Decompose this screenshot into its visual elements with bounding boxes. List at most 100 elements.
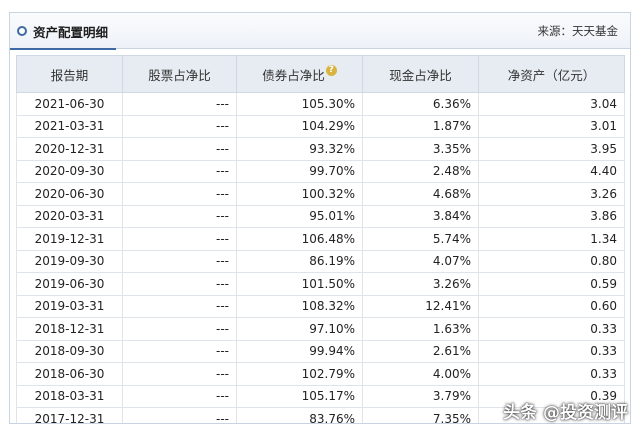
cell-cash-ratio: 3.84% (362, 204, 479, 228)
cell-stock-ratio: --- (122, 294, 237, 318)
cell-report-period: 2019-03-31 (16, 294, 123, 318)
cell-report-period: 2020-06-30 (16, 182, 123, 206)
allocation-table-wrapper: 报告期 股票占净比 债券占净比? 现金占净比 净资产（亿元） 2021-06-3… (16, 55, 625, 423)
cell-stock-ratio: --- (122, 339, 237, 363)
table-row: 2019-03-31 --- 108.32% 12.41% 0.60 (16, 294, 625, 318)
cell-stock-ratio: --- (122, 362, 237, 386)
cell-stock-ratio: --- (122, 272, 237, 296)
cell-bond-ratio: 97.10% (236, 317, 363, 341)
cell-net-assets: 0.60 (478, 294, 625, 318)
cell-net-assets: 4.40 (478, 159, 625, 183)
table-row: 2018-12-31 --- 97.10% 1.63% 0.33 (16, 317, 625, 341)
cell-stock-ratio: --- (122, 227, 237, 251)
table-row: 2020-09-30 --- 99.70% 2.48% 4.40 (16, 159, 625, 183)
table-body: 2021-06-30 --- 105.30% 6.36% 3.04 2021-03-31-… (16, 92, 625, 423)
cell-cash-ratio: 3.26% (362, 272, 479, 296)
cell-bond-ratio: 93.32% (236, 137, 363, 161)
data-source-label: 来源：天天基金 (537, 24, 619, 38)
cell-bond-ratio: 86.19% (236, 249, 363, 273)
cell-cash-ratio: 4.68% (362, 182, 479, 206)
cell-bond-ratio: 101.50% (236, 272, 363, 296)
cell-bond-ratio: 105.30% (236, 92, 363, 116)
cell-stock-ratio: --- (122, 159, 237, 183)
table-row: 2021-06-30 --- 105.30% 6.36% 3.04 (16, 92, 625, 116)
panel-title-tab: 资产配置明细 (10, 13, 117, 50)
table-row: 2020-12-31 --- 93.32% 3.35% 3.95 (16, 137, 625, 161)
column-header-net-assets: 净资产（亿元） (478, 55, 625, 93)
cell-stock-ratio: --- (122, 407, 237, 423)
cell-net-assets: 3.86 (478, 204, 625, 228)
cell-stock-ratio: --- (122, 92, 237, 116)
cell-cash-ratio: 6.36% (362, 92, 479, 116)
bond-ratio-label: 债券占净比 (262, 67, 325, 83)
cell-cash-ratio: 12.41% (362, 294, 479, 318)
cell-net-assets: 3.26 (478, 182, 625, 206)
cell-cash-ratio: 7.35% (362, 407, 479, 423)
cell-bond-ratio: 105.17% (236, 384, 363, 408)
cell-cash-ratio: 3.35% (362, 137, 479, 161)
cell-bond-ratio: 95.01% (236, 204, 363, 228)
table-row: 2021-03-31 --- 104.29% 1.87% 3.01 (16, 114, 625, 138)
help-icon[interactable]: ? (325, 64, 337, 76)
cell-report-period: 2019-12-31 (16, 227, 123, 251)
cell-stock-ratio: --- (122, 204, 237, 228)
cell-report-period: 2019-09-30 (16, 249, 123, 273)
panel-title: 资产配置明细 (33, 24, 109, 40)
cell-report-period: 2020-12-31 (16, 137, 123, 161)
table-header-row: 报告期 股票占净比 债券占净比? 现金占净比 净资产（亿元） (16, 55, 625, 93)
asset-allocation-panel: 资产配置明细 来源：天天基金 报告期 股票占净比 债券占净比? 现金占净比 净资… (9, 12, 631, 424)
cell-net-assets: 0.33 (478, 339, 625, 363)
cell-report-period: 2018-12-31 (16, 317, 123, 341)
cell-cash-ratio: 3.79% (362, 384, 479, 408)
cell-report-period: 2018-03-31 (16, 384, 123, 408)
table-row: 2020-03-31 --- 95.01% 3.84% 3.86 (16, 204, 625, 228)
cell-cash-ratio: 2.48% (362, 159, 479, 183)
table-row: 2020-06-30 --- 100.32% 4.68% 3.26 (16, 182, 625, 206)
cell-report-period: 2021-06-30 (16, 92, 123, 116)
cell-stock-ratio: --- (122, 384, 237, 408)
watermark-text: 头条 @投资测评 (503, 403, 628, 423)
table-row: 2019-06-30 --- 101.50% 3.26% 0.59 (16, 272, 625, 296)
table-row: 2019-09-30 --- 86.19% 4.07% 0.80 (16, 249, 625, 273)
cell-stock-ratio: --- (122, 249, 237, 273)
cell-stock-ratio: --- (122, 182, 237, 206)
cell-report-period: 2020-09-30 (16, 159, 123, 183)
table-row: 2019-12-31 --- 106.48% 5.74% 1.34 (16, 227, 625, 251)
cell-bond-ratio: 106.48% (236, 227, 363, 251)
cell-bond-ratio: 99.70% (236, 159, 363, 183)
cell-stock-ratio: --- (122, 137, 237, 161)
cell-report-period: 2018-06-30 (16, 362, 123, 386)
cell-cash-ratio: 4.00% (362, 362, 479, 386)
cell-net-assets: 3.04 (478, 92, 625, 116)
cell-cash-ratio: 4.07% (362, 249, 479, 273)
cell-net-assets: 0.33 (478, 317, 625, 341)
table-row: 2018-09-30 --- 99.94% 2.61% 0.33 (16, 339, 625, 363)
cell-report-period: 2019-06-30 (16, 272, 123, 296)
cell-bond-ratio: 108.32% (236, 294, 363, 318)
cell-stock-ratio: --- (122, 114, 237, 138)
cell-net-assets: 0.33 (478, 362, 625, 386)
column-header-report-period: 报告期 (16, 55, 123, 93)
table-row: 2018-06-30 --- 102.79% 4.00% 0.33 (16, 362, 625, 386)
cell-report-period: 2021-03-31 (16, 114, 123, 138)
cell-cash-ratio: 5.74% (362, 227, 479, 251)
column-header-bond-ratio: 债券占净比? (236, 55, 363, 93)
cell-report-period: 2018-09-30 (16, 339, 123, 363)
cell-bond-ratio: 102.79% (236, 362, 363, 386)
circle-bullet-icon (17, 26, 27, 36)
cell-bond-ratio: 100.32% (236, 182, 363, 206)
cell-net-assets: 0.80 (478, 249, 625, 273)
cell-cash-ratio: 1.63% (362, 317, 479, 341)
cell-cash-ratio: 1.87% (362, 114, 479, 138)
cell-net-assets: 0.59 (478, 272, 625, 296)
column-header-cash-ratio: 现金占净比 (362, 55, 479, 93)
cell-report-period: 2017-12-31 (16, 407, 123, 423)
panel-header: 资产配置明细 来源：天天基金 (10, 13, 630, 50)
cell-bond-ratio: 83.76% (236, 407, 363, 423)
cell-net-assets: 1.34 (478, 227, 625, 251)
cell-bond-ratio: 99.94% (236, 339, 363, 363)
cell-stock-ratio: --- (122, 317, 237, 341)
cell-cash-ratio: 2.61% (362, 339, 479, 363)
column-header-stock-ratio: 股票占净比 (122, 55, 237, 93)
cell-net-assets: 3.01 (478, 114, 625, 138)
